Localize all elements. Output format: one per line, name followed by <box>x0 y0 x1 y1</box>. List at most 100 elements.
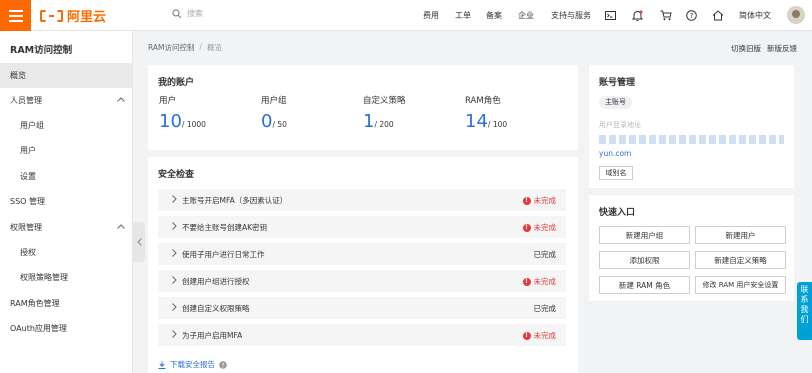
sidebar-item-label: 授权 <box>20 248 36 257</box>
sidebar-item-settings[interactable]: 设置 <box>0 164 133 189</box>
security-check-row[interactable]: 创建用户组进行授权! 未完成 <box>158 270 566 292</box>
security-check-row[interactable]: 不要给主账号创建AK密钥! 未完成 <box>158 216 566 238</box>
check-text: 主账号开启MFA（多因素认证） <box>182 196 288 205</box>
check-status: ! 未完成 <box>522 195 557 206</box>
sidebar-item-label: 概览 <box>10 71 26 80</box>
chevron-up-icon <box>117 224 125 229</box>
login-url-domain[interactable]: yun.com <box>599 149 631 158</box>
sidebar-item-users[interactable]: 用户 <box>0 138 133 163</box>
svg-text:?: ? <box>690 12 694 20</box>
sidebar-item-identity[interactable]: 人员管理 <box>0 88 133 113</box>
sidebar-item-oauth[interactable]: OAuth应用管理 <box>0 316 133 341</box>
breadcrumb-current: 概览 <box>207 43 223 52</box>
home-icon[interactable] <box>710 8 725 23</box>
feedback-link[interactable]: 新版反馈 <box>767 43 797 54</box>
search-input[interactable]: 搜索 <box>187 8 203 19</box>
sidebar-collapse-handle[interactable] <box>133 222 145 262</box>
stat-groups[interactable]: 用户组 0/ 50 <box>261 94 287 132</box>
check-text: 创建自定义权限策略 <box>182 304 250 313</box>
card-title: 账号管理 <box>599 78 636 88</box>
chevron-right-icon <box>172 330 177 338</box>
sidebar-item-sso[interactable]: SSO 管理 <box>0 189 133 214</box>
nav-icp[interactable]: 备案 <box>486 0 502 31</box>
add-permission-button[interactable]: 添加权限 <box>599 251 690 269</box>
user-avatar[interactable] <box>787 6 805 24</box>
check-status: ! 未完成 <box>522 222 556 233</box>
create-policy-button[interactable]: 新建自定义策略 <box>695 251 786 269</box>
cart-icon[interactable] <box>658 8 673 23</box>
stat-policies[interactable]: 自定义策略 1/ 200 <box>363 94 406 132</box>
help-icon[interactable]: ? <box>684 8 699 23</box>
sidebar-item-label: SSO 管理 <box>10 197 45 206</box>
check-text: 创建用户组进行授权 <box>182 277 250 286</box>
chevron-right-icon <box>172 303 177 311</box>
stat-limit: / 50 <box>272 120 287 129</box>
create-user-button[interactable]: 新建用户 <box>695 226 786 244</box>
check-status-label: 未完成 <box>533 196 557 205</box>
masked-login-url <box>599 135 784 144</box>
quick-entry-card: 快速入口 新建用户组 新建用户 添加权限 新建自定义策略 新建 RAM 角色 修… <box>589 195 794 301</box>
stat-label: RAM角色 <box>465 96 501 106</box>
nav-billing[interactable]: 费用 <box>423 0 439 31</box>
error-icon: ! <box>522 331 531 340</box>
create-role-button[interactable]: 新建 RAM 角色 <box>599 276 690 294</box>
card-title: 安全检查 <box>158 170 195 180</box>
check-status: 已完成 <box>534 303 557 314</box>
old-version-link[interactable]: 切换旧版 <box>731 43 761 54</box>
sidebar-item-label: 用户组 <box>20 121 44 130</box>
security-check-card: 安全检查 主账号开启MFA（多因素认证）! 未完成 不要给主账号创建AK密钥! 未完成… <box>148 157 578 373</box>
sidebar-item-label: 权限策略管理 <box>20 273 68 282</box>
download-report-link[interactable]: 下载安全报告 ? <box>158 359 227 370</box>
check-status-label: 未完成 <box>533 331 557 340</box>
check-status-label: 已完成 <box>533 250 557 259</box>
nav-enterprise[interactable]: 企业 <box>518 0 534 31</box>
sidebar-item-label: 用户 <box>20 146 36 155</box>
notification-bell-icon[interactable] <box>630 8 645 23</box>
check-status: ! 未完成 <box>522 276 557 287</box>
sidebar-item-groups[interactable]: 用户组 <box>0 113 133 138</box>
breadcrumb: RAM访问控制 / 概览 <box>148 42 222 53</box>
stat-limit: / 200 <box>374 120 394 129</box>
chevron-right-icon <box>172 222 177 230</box>
stat-value: 10 <box>159 111 182 132</box>
breadcrumb-root[interactable]: RAM访问控制 <box>148 42 195 53</box>
sidebar-item-label: 权限管理 <box>10 223 42 232</box>
sidebar-item-grants[interactable]: 授权 <box>0 240 133 265</box>
security-check-row[interactable]: 为子用户启用MFA! 未完成 <box>158 324 566 346</box>
aliyun-mark-icon <box>40 9 63 22</box>
terminal-icon[interactable] <box>603 8 618 23</box>
sidebar-item-policies[interactable]: 权限策略管理 <box>0 265 133 290</box>
download-icon <box>158 361 166 369</box>
contact-us-float[interactable]: 联系我们 <box>797 282 812 340</box>
create-group-button[interactable]: 新建用户组 <box>599 226 690 244</box>
security-check-row[interactable]: 主账号开启MFA（多因素认证） ! 未完成 <box>158 189 566 211</box>
sidebar-item-roles[interactable]: RAM角色管理 <box>0 291 133 316</box>
sidebar-item-permissions[interactable]: 权限管理 <box>0 215 133 240</box>
ram-user-security-settings-button[interactable]: 修改 RAM 用户安全设置 <box>695 276 786 294</box>
error-icon: ! <box>522 223 531 232</box>
check-status: ! 未完成 <box>522 330 557 341</box>
check-status-label: 已完成 <box>533 304 557 313</box>
help-circle-icon[interactable]: ? <box>219 360 227 369</box>
download-report-label: 下载安全报告 <box>170 360 215 369</box>
check-status-label: 未完成 <box>533 277 557 286</box>
aliyun-logo[interactable]: 阿里云 <box>40 6 106 25</box>
sidebar-item-label: OAuth应用管理 <box>10 324 67 333</box>
domain-alias-button[interactable]: 域别名 <box>599 166 633 180</box>
security-check-row[interactable]: 创建自定义权限策略 已完成 <box>158 297 566 319</box>
sidebar-item-label: RAM角色管理 <box>10 299 60 308</box>
search-box[interactable]: 搜索 <box>172 8 203 19</box>
stat-value: 1 <box>363 111 375 132</box>
stat-roles[interactable]: RAM角色 14/ 100 <box>465 94 507 132</box>
sidebar-item-overview[interactable]: 概览 <box>0 63 133 88</box>
login-url-label: 用户登录地址 <box>599 121 641 129</box>
security-check-row[interactable]: 使用子用户进行日常工作 已完成 <box>158 243 566 265</box>
card-title: 我的账户 <box>158 78 195 88</box>
hamburger-menu-button[interactable] <box>0 0 31 31</box>
stat-users[interactable]: 用户 10/ 1000 <box>159 94 206 132</box>
nav-support[interactable]: 支持与服务 <box>551 0 591 31</box>
language-switch[interactable]: 简体中文 <box>739 0 771 31</box>
error-icon: ! <box>522 277 531 286</box>
breadcrumb-separator: / <box>199 42 203 51</box>
nav-tickets[interactable]: 工单 <box>455 0 471 31</box>
